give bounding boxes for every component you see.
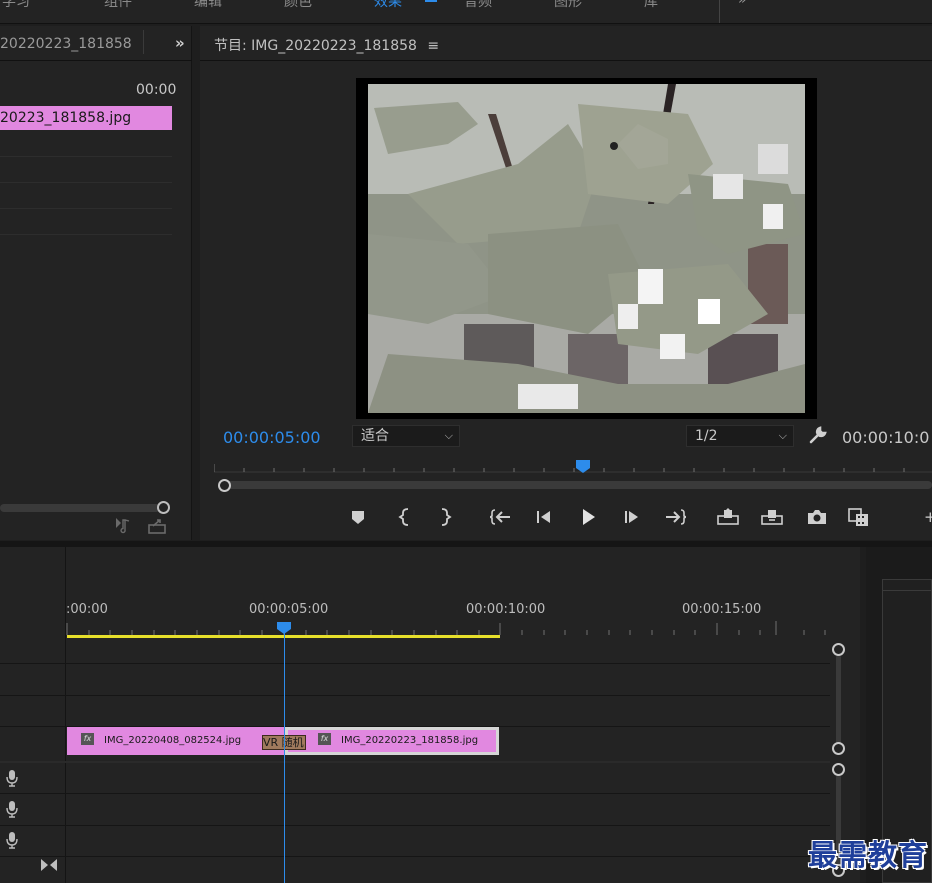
source-panel: 20220223_181858 » 00:00 20223_181858.jpg (0, 26, 192, 540)
workspace-tab-editing[interactable]: 编辑 (194, 0, 222, 11)
workspace-bar: 学习 组件 编辑 颜色 效果 音频 图形 库 » (0, 0, 932, 24)
panel-divider (200, 60, 932, 61)
chevron-double-right-icon[interactable]: » (738, 0, 747, 8)
program-scrollbar[interactable] (224, 481, 932, 489)
workspace-tab-learn[interactable]: 学习 (2, 0, 30, 11)
chevron-double-right-icon[interactable]: » (175, 34, 185, 52)
program-monitor-title[interactable]: 节目: IMG_20220223_181858 ≡ (214, 35, 439, 55)
program-playhead (576, 460, 590, 473)
timeline-ruler-label: :00:00 (66, 602, 108, 617)
comparison-view-icon[interactable] (848, 506, 870, 528)
track-divider (0, 182, 172, 183)
fx-badge: fx (81, 733, 94, 745)
chevron-down-icon: ⌵ (444, 429, 453, 442)
timeline-ruler[interactable] (66, 621, 830, 635)
track-divider (0, 663, 830, 664)
topbar-divider (719, 0, 720, 23)
track-divider (0, 825, 830, 826)
meter-divider (883, 590, 932, 591)
source-scrollbar[interactable] (0, 504, 160, 512)
scroll-handle-top[interactable] (832, 763, 845, 776)
wrench-icon[interactable] (808, 425, 828, 445)
source-panel-tab[interactable]: 20220223_181858 (0, 36, 132, 52)
timeline-playhead[interactable] (277, 622, 291, 634)
microphone-icon[interactable] (5, 800, 19, 818)
track-divider (0, 156, 172, 157)
chevron-down-icon: ⌵ (778, 429, 787, 442)
camera-icon[interactable] (806, 506, 828, 528)
track-divider (0, 208, 172, 209)
go-to-out-icon[interactable] (664, 506, 686, 528)
track-divider (0, 793, 830, 794)
duration-timecode: 00:00:10:0 (842, 428, 930, 447)
workspace-tab-graphics[interactable]: 图形 (554, 0, 582, 11)
workspace-tab-libraries[interactable]: 库 (644, 0, 658, 11)
track-divider (0, 695, 830, 696)
timeline-playhead-line (284, 633, 285, 883)
workspace-tab-assembly[interactable]: 组件 (104, 0, 132, 11)
workspace-menu-indicator[interactable] (425, 0, 437, 2)
watermark: 最需教育 (808, 838, 929, 872)
export-icon[interactable] (148, 518, 166, 534)
hamburger-menu-icon[interactable]: ≡ (427, 38, 439, 54)
microphone-icon[interactable] (5, 831, 19, 849)
extract-icon[interactable] (761, 506, 783, 528)
tab-separator (143, 30, 144, 54)
workspace-tab-effects[interactable]: 效果 (374, 0, 402, 11)
play-icon[interactable] (577, 506, 599, 528)
clip-label: IMG_20220223_181858.jpg (341, 735, 479, 746)
program-zoom-handle[interactable] (218, 479, 231, 492)
audio-note-icon[interactable] (114, 518, 132, 534)
program-video-preview (368, 84, 805, 413)
track-headers (0, 547, 66, 883)
program-title-text: 节目: IMG_20220223_181858 (214, 38, 417, 54)
video-track-scrollbar[interactable] (836, 655, 841, 745)
timeline-ruler-label: 00:00:10:00 (466, 602, 546, 617)
timeline-panel: :00:00 00:00:05:00 00:00:10:00 00:00:15:… (0, 547, 860, 883)
timeline-ruler-label: 00:00:05:00 (249, 602, 329, 617)
fx-badge: fx (318, 733, 331, 745)
track-divider (0, 856, 830, 857)
program-monitor: 节目: IMG_20220223_181858 ≡ 00:00:05:00 适合… (200, 26, 932, 540)
workspace-tab-color[interactable]: 颜色 (284, 0, 312, 11)
resolution-select-value: 1/2 (695, 428, 718, 444)
scroll-handle-top[interactable] (832, 643, 845, 656)
timeline-clip-selected[interactable]: fx IMG_20220223_181858.jpg (285, 727, 499, 755)
program-video-frame[interactable] (356, 78, 817, 419)
scroll-handle-bottom[interactable] (832, 742, 845, 755)
step-forward-icon[interactable] (621, 506, 643, 528)
timeline-ruler-label: 00:00:15:00 (682, 602, 762, 617)
track-divider (0, 761, 830, 763)
panel-divider (0, 60, 192, 61)
zoom-select-value: 适合 (361, 428, 389, 444)
current-timecode[interactable]: 00:00:05:00 (223, 428, 321, 447)
microphone-icon[interactable] (5, 769, 19, 787)
lift-icon[interactable] (717, 506, 739, 528)
marker-icon[interactable] (347, 506, 369, 528)
source-zoom-handle[interactable] (157, 501, 170, 514)
expand-tracks-icon[interactable] (40, 858, 58, 872)
source-timecode: 00:00 (136, 82, 177, 98)
more-controls-icon[interactable]: + (924, 506, 932, 528)
zoom-select[interactable]: 适合 ⌵ (352, 425, 460, 447)
clip-label: IMG_20220408_082524.jpg (104, 735, 242, 746)
mark-in-icon[interactable] (394, 506, 416, 528)
program-time-ruler[interactable] (214, 458, 932, 474)
resolution-select[interactable]: 1/2 ⌵ (686, 425, 794, 447)
track-divider (0, 234, 172, 235)
source-clip[interactable]: 20223_181858.jpg (0, 106, 172, 130)
workspace-tab-audio[interactable]: 音频 (464, 0, 492, 11)
timeline-clip[interactable]: fx IMG_20220408_082524.jpg (67, 727, 285, 755)
go-to-in-icon[interactable] (490, 506, 512, 528)
mark-out-icon[interactable] (434, 506, 456, 528)
step-back-icon[interactable] (533, 506, 555, 528)
